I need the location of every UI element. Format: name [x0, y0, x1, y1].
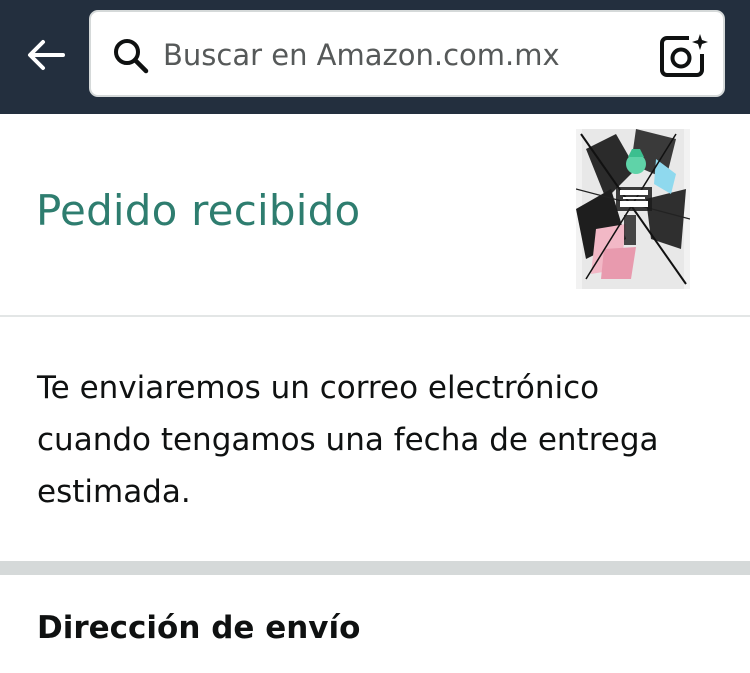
arrow-left-icon [28, 40, 65, 70]
back-button[interactable] [18, 30, 72, 80]
manga-cover-image [576, 129, 690, 289]
search-bar[interactable] [89, 10, 725, 97]
shipping-address-heading: Dirección de envío [37, 610, 361, 646]
shipping-address-section: Dirección de envío [0, 575, 750, 673]
top-navigation-bar [0, 0, 750, 114]
section-separator-band [0, 561, 750, 575]
product-thumbnail[interactable] [576, 129, 690, 289]
camera-scan-icon[interactable] [659, 32, 709, 78]
search-icon [114, 39, 149, 74]
delivery-message-text: Te enviaremos un correo electrónico cuan… [37, 370, 659, 510]
search-input[interactable] [163, 26, 633, 84]
order-status-title: Pedido recibido [36, 186, 361, 235]
order-status-section: Pedido recibido [0, 114, 750, 315]
delivery-message-section: Te enviaremos un correo electrónico cuan… [0, 317, 750, 561]
